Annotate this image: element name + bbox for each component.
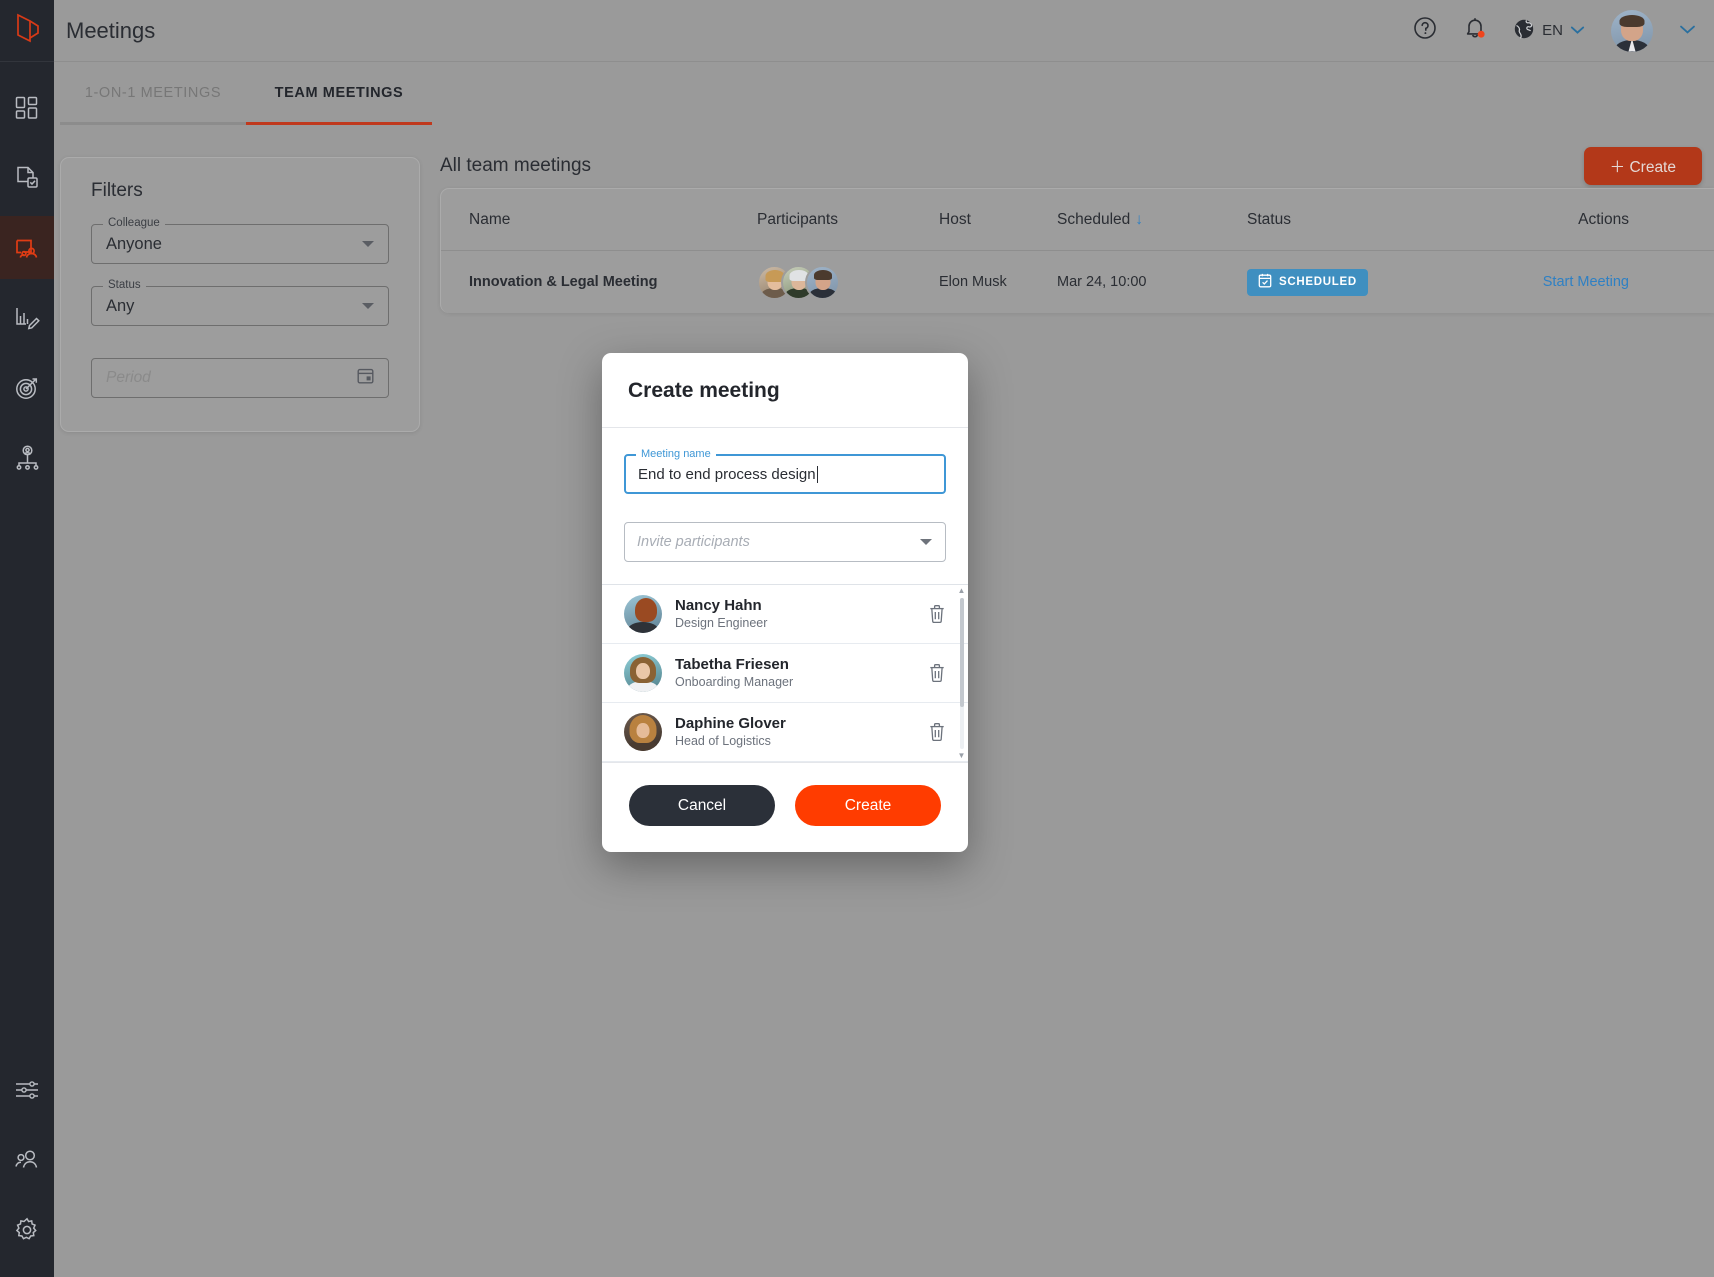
participant-name: Nancy Hahn	[675, 596, 762, 614]
participants-list: Nancy Hahn Design Engineer Tabetha Fries…	[602, 585, 968, 762]
participant-info: Nancy Hahn Design Engineer	[675, 597, 767, 632]
participant-avatar	[624, 595, 662, 633]
scrollbar-track[interactable]	[959, 598, 964, 749]
participant-role: Head of Logistics	[675, 734, 771, 749]
meeting-name-legend: Meeting name	[636, 448, 716, 460]
participant-role: Onboarding Manager	[675, 675, 794, 690]
participants-scrollbar[interactable]: ▲ ▼	[957, 587, 966, 760]
cancel-button[interactable]: Cancel	[629, 785, 775, 826]
dropdown-caret-icon	[920, 533, 932, 551]
trash-icon[interactable]	[928, 722, 946, 742]
create-button[interactable]: Create	[795, 785, 941, 826]
create-meeting-dialog: Create meeting Meeting name End to end p…	[602, 353, 968, 852]
text-cursor	[816, 465, 818, 483]
meeting-name-text: End to end process design	[638, 465, 816, 483]
participant-row[interactable]: Nancy Hahn Design Engineer	[602, 585, 968, 644]
scroll-down-arrow-icon[interactable]: ▼	[958, 752, 966, 760]
participant-avatar	[624, 654, 662, 692]
invite-participants-select[interactable]: Invite participants	[624, 522, 946, 562]
participant-row[interactable]: Tabetha Friesen Onboarding Manager	[602, 644, 968, 703]
meeting-name-value: End to end process design	[626, 465, 818, 483]
participant-row[interactable]: Daphine Glover Head of Logistics	[602, 703, 968, 762]
meeting-name-input[interactable]: Meeting name End to end process design	[624, 448, 946, 494]
participant-role: Design Engineer	[675, 616, 768, 631]
dialog-body: Meeting name End to end process design I…	[602, 428, 968, 562]
dialog-footer: Cancel Create	[602, 762, 968, 852]
participant-name: Tabetha Friesen	[675, 655, 789, 673]
participants-list-container: Nancy Hahn Design Engineer Tabetha Fries…	[602, 584, 968, 762]
app-root: Meetings EN 1-ON-1 MEETINGS TEAM MEETING…	[0, 0, 1714, 1277]
dialog-title: Create meeting	[602, 353, 968, 428]
participant-info: Tabetha Friesen Onboarding Manager	[675, 656, 793, 691]
scroll-up-arrow-icon[interactable]: ▲	[958, 587, 966, 595]
trash-icon[interactable]	[928, 663, 946, 683]
scrollbar-thumb[interactable]	[959, 598, 964, 707]
trash-icon[interactable]	[928, 604, 946, 624]
participant-avatar	[624, 713, 662, 751]
participant-info: Daphine Glover Head of Logistics	[675, 715, 786, 750]
participant-name: Daphine Glover	[675, 714, 786, 732]
invite-participants-placeholder: Invite participants	[637, 534, 750, 550]
